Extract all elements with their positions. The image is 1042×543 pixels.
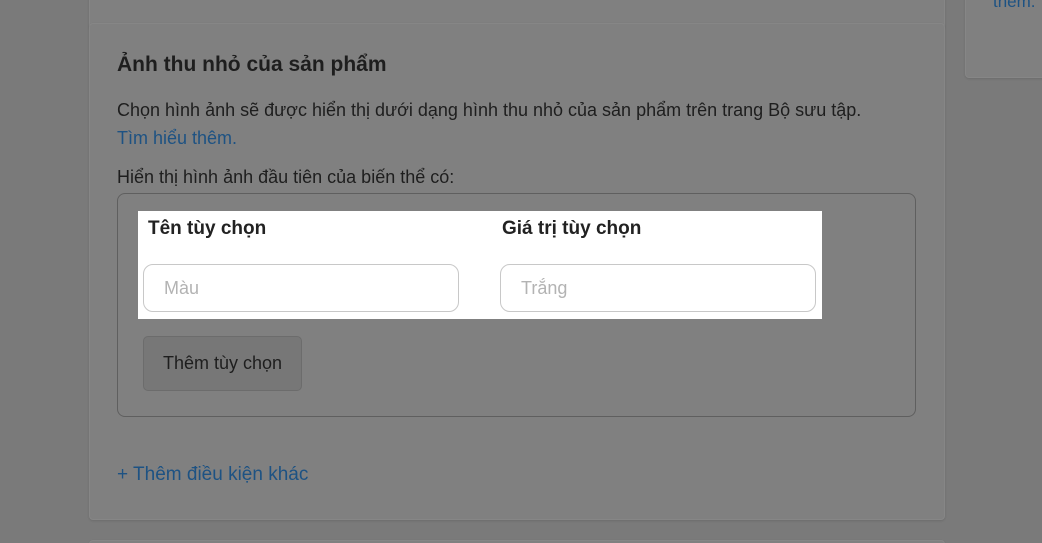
description-text: Chọn hình ảnh sẽ được hiển thị dưới dạng…: [117, 100, 862, 120]
section-description: Chọn hình ảnh sẽ được hiển thị dưới dạng…: [117, 96, 927, 152]
option-name-input[interactable]: [143, 264, 459, 312]
add-option-button[interactable]: Thêm tùy chọn: [143, 336, 302, 391]
option-value-label: Giá trị tùy chọn: [502, 218, 642, 239]
option-name-label: Tên tùy chọn: [148, 218, 267, 239]
learn-more-link[interactable]: Tìm hiểu thêm.: [117, 128, 237, 148]
section-title: Ảnh thu nhỏ của sản phẩm: [117, 53, 387, 76]
side-learn-more-link[interactable]: thêm.: [993, 0, 1036, 12]
add-condition-link[interactable]: + Thêm điều kiện khác: [117, 464, 308, 486]
variant-condition-heading: Hiển thị hình ảnh đầu tiên của biến thể …: [117, 167, 455, 187]
option-value-input[interactable]: [500, 264, 816, 312]
